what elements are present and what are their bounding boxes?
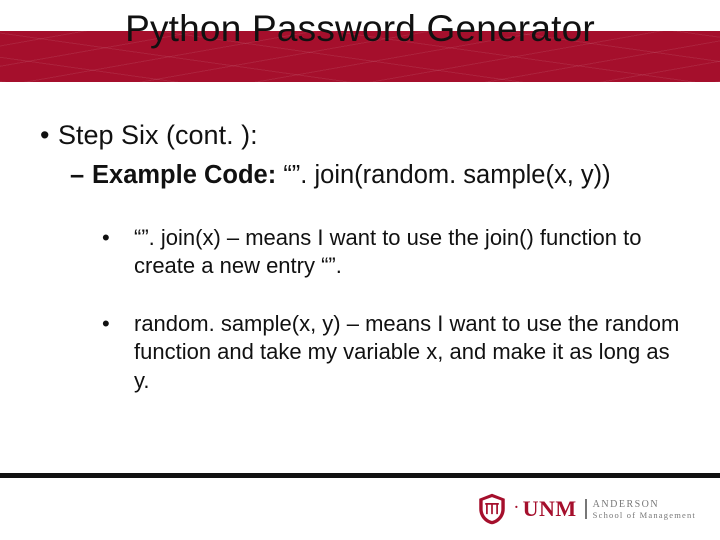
- logo-dot: .: [515, 498, 519, 512]
- logo-org: UNM: [523, 498, 577, 520]
- bullet-level2: –Example Code: “”. join(random. sample(x…: [70, 161, 680, 190]
- footer-divider: [0, 473, 720, 478]
- footer-logo-text: . UNM: [515, 498, 587, 520]
- bullet-marker: •: [118, 224, 134, 252]
- bullet-marker: •: [40, 120, 58, 151]
- bullet-level1: •Step Six (cont. ):: [40, 120, 680, 151]
- bullet-level3: •random. sample(x, y) – means I want to …: [118, 310, 680, 394]
- example-code-label: Example Code:: [92, 161, 283, 189]
- example-code: “”. join(random. sample(x, y)): [283, 161, 610, 189]
- logo-school-line2: School of Management: [593, 511, 696, 520]
- footer-logo: . UNM ANDERSON School of Management: [475, 492, 696, 526]
- slide-header: Python Password Generator: [0, 0, 720, 82]
- step-heading: Step Six (cont. ):: [58, 120, 258, 150]
- note-random-sample: random. sample(x, y) – means I want to u…: [134, 311, 679, 392]
- dash-marker: –: [70, 161, 92, 190]
- unm-shield-icon: [475, 492, 509, 526]
- note-join: “”. join(x) – means I want to use the jo…: [134, 225, 641, 278]
- footer-logo-subtext: ANDERSON School of Management: [593, 499, 696, 520]
- slide-content: •Step Six (cont. ): –Example Code: “”. j…: [0, 82, 720, 395]
- logo-divider-icon: [585, 499, 587, 519]
- slide-title: Python Password Generator: [0, 8, 720, 50]
- logo-school-line1: ANDERSON: [593, 500, 696, 510]
- bullet-marker: •: [118, 310, 134, 338]
- bullet-level3: •“”. join(x) – means I want to use the j…: [118, 224, 680, 280]
